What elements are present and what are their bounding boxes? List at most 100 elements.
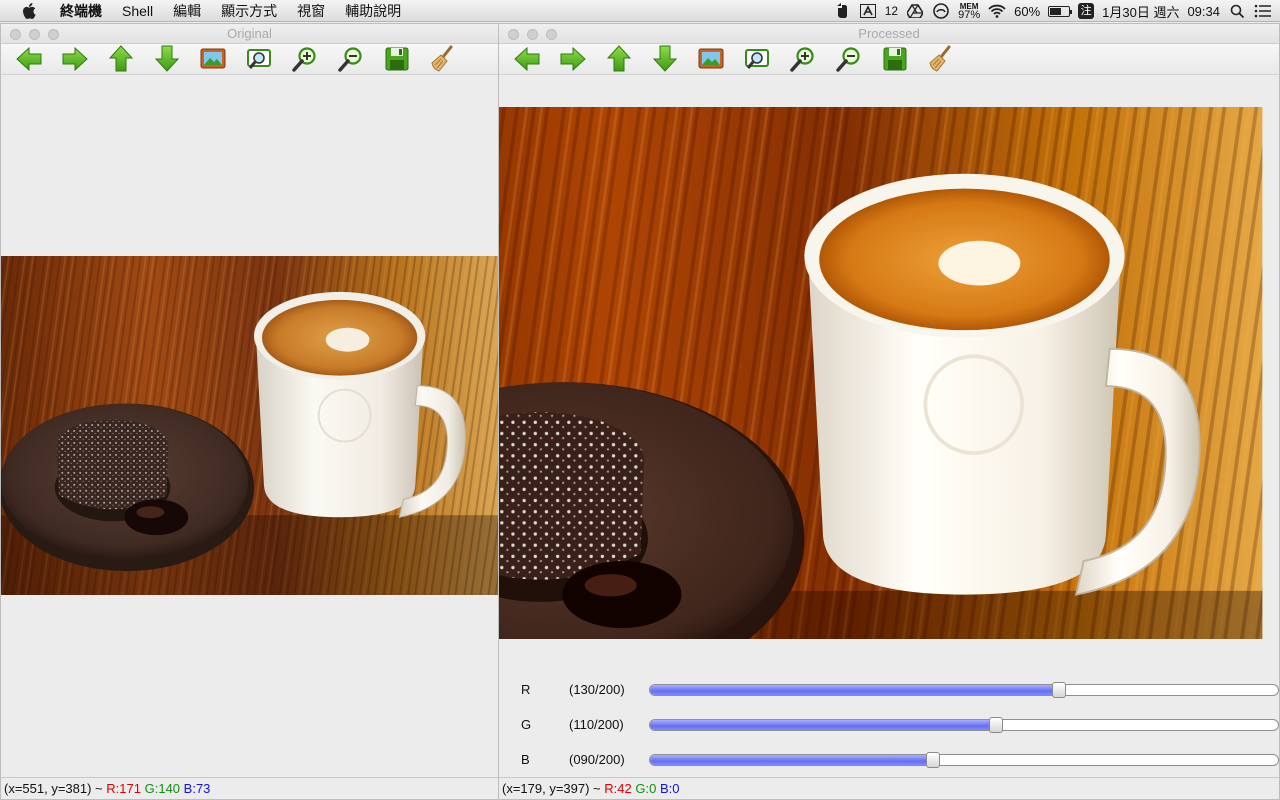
prev-button[interactable] [9,45,49,73]
processed-window: Processed R (130/200) G (110/200) B (090… [498,23,1280,800]
window-title: Original [227,26,272,41]
status-tray: 12 MEM 97% 60% 注 1月30日 週六 09:34 [833,0,1272,22]
show-image-button[interactable] [691,45,731,73]
apple-menu-icon[interactable] [20,2,38,20]
arrow-down-icon [155,45,179,72]
save-icon [385,47,409,71]
rgb-sliders: R (130/200) G (110/200) B (090/200) [499,672,1279,776]
pixel-red: R:171 [106,781,141,796]
save-icon [883,47,907,71]
menu-edit[interactable]: 編輯 [163,0,211,22]
zoom-out-icon [338,46,363,72]
cursor-coords: (x=179, y=397) ~ [502,781,601,796]
processed-titlebar[interactable]: Processed [499,24,1279,44]
pixel-blue: B:73 [183,781,211,796]
slider-value-g: (110/200) [569,717,624,732]
next-button[interactable] [55,45,95,73]
arrow-up-icon [109,45,133,72]
window-title: Processed [858,26,920,41]
prev-button[interactable] [507,45,547,73]
processed-image-canvas[interactable] [499,76,1279,666]
zoom-fit-button[interactable] [239,45,279,73]
pixel-green: G:140 [144,781,181,796]
save-button[interactable] [875,45,915,73]
memory-monitor-icon[interactable] [932,3,950,19]
save-button[interactable] [377,45,417,73]
slider-label-b: B [521,752,530,767]
down-button[interactable] [147,45,187,73]
image-icon [698,48,724,69]
zoom-fit-button[interactable] [737,45,777,73]
menu-terminal[interactable]: 終端機 [50,0,112,22]
memory-readout: MEM 97% [958,2,981,21]
battery-icon[interactable] [1048,5,1073,17]
menu-bar: 終端機 Shell 編輯 顯示方式 視窗 輔助說明 12 MEM 97% 60%… [0,0,1280,22]
arrow-left-icon [514,47,540,71]
notification-center-icon[interactable] [1254,3,1272,19]
menu-window[interactable]: 視窗 [287,0,335,22]
original-toolbar [1,44,498,75]
input-method-icon[interactable]: 注 [1078,3,1095,19]
arrow-up-icon [607,45,631,72]
original-image [1,256,498,595]
menubar-time[interactable]: 09:34 [1187,4,1220,19]
original-statusbar: (x=551, y=381) ~ R:171 G:140 B:73 [1,777,498,799]
arrow-left-icon [16,47,42,71]
slider-row-r: R (130/200) [499,680,1279,700]
zoom-in-icon [292,46,317,72]
up-button[interactable] [599,45,639,73]
google-drive-icon[interactable] [906,3,924,19]
processed-image [499,107,1279,639]
slider-row-g: G (110/200) [499,715,1279,735]
slider-track-g[interactable] [649,719,1279,731]
clear-button[interactable] [423,45,463,73]
wifi-icon[interactable] [988,3,1006,19]
memory-value: 97% [958,8,981,21]
zoom-fit-icon [246,48,272,70]
slider-track-b[interactable] [649,754,1279,766]
zoom-out-button[interactable] [331,45,371,73]
processed-toolbar [499,44,1279,75]
zoom-out-icon [836,46,861,72]
show-image-button[interactable] [193,45,233,73]
battery-percent: 60% [1014,3,1041,19]
image-icon [200,48,226,69]
original-image-canvas[interactable] [1,76,498,778]
menu-help[interactable]: 輔助說明 [335,0,411,22]
slider-value-r: (130/200) [569,682,625,697]
menu-view[interactable]: 顯示方式 [211,0,287,22]
pixel-green: G:0 [635,781,657,796]
slider-row-b: B (090/200) [499,750,1279,770]
notification-count: 12 [884,4,899,18]
slider-thumb-b[interactable] [925,752,940,768]
down-button[interactable] [645,45,685,73]
slider-track-r[interactable] [649,684,1279,696]
zoom-in-button[interactable] [783,45,823,73]
evernote-icon[interactable] [833,3,851,19]
clear-button[interactable] [921,45,961,73]
cursor-coords: (x=551, y=381) ~ [4,781,103,796]
zoom-in-button[interactable] [285,45,325,73]
zoom-in-icon [790,46,815,72]
processed-statusbar: (x=179, y=397) ~ R:42 G:0 B:0 [499,777,1279,799]
up-button[interactable] [101,45,141,73]
arrow-right-icon [560,47,586,71]
slider-value-b: (090/200) [569,752,625,767]
pixel-blue: B:0 [659,781,680,796]
slider-thumb-r[interactable] [1051,682,1066,698]
menubar-date[interactable]: 1月30日 週六 [1102,2,1179,21]
spotlight-search-icon[interactable] [1228,3,1246,19]
adobe-icon[interactable] [859,3,877,19]
arrow-right-icon [62,47,88,71]
slider-label-r: R [521,682,531,697]
broom-icon [430,45,453,73]
original-titlebar[interactable]: Original [1,24,498,44]
menu-shell[interactable]: Shell [112,0,163,22]
zoom-out-button[interactable] [829,45,869,73]
slider-label-g: G [521,717,532,732]
next-button[interactable] [553,45,593,73]
original-window: Original (x=551, y=381) ~ R:171 G:140 B:… [0,23,499,800]
arrow-down-icon [653,45,677,72]
slider-thumb-g[interactable] [988,717,1003,733]
broom-icon [928,45,951,73]
